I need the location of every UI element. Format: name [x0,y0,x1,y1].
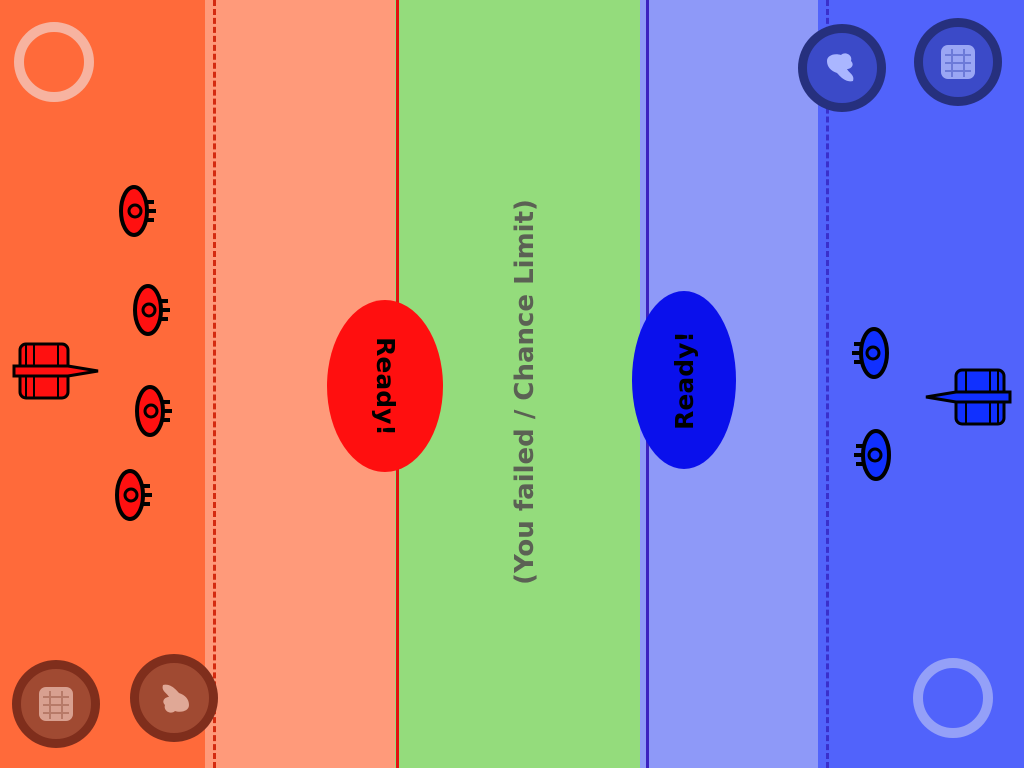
blue-turret[interactable] [852,428,892,482]
red-fortify-button[interactable] [12,660,100,748]
fortify-icon [941,45,975,79]
red-creature-button[interactable] [130,654,218,742]
blue-dashed-line [826,0,829,768]
blue-fortify-button[interactable] [914,18,1002,106]
red-ship[interactable] [12,340,102,402]
red-ready-button[interactable]: Ready! [327,300,443,472]
red-turret[interactable] [114,468,154,522]
red-turret[interactable] [134,384,174,438]
blue-ship[interactable] [922,366,1012,428]
creature-icon [827,53,854,82]
red-turret[interactable] [132,283,172,337]
blue-ready-label: Ready! [669,330,699,430]
fortify-icon [39,687,73,721]
blue-move-ring-icon[interactable] [913,658,993,738]
creature-icon [162,684,189,713]
red-ready-label: Ready! [370,336,400,436]
red-move-ring-icon[interactable] [14,22,94,102]
blue-turret[interactable] [850,326,890,380]
red-dashed-line [213,0,216,768]
blue-ready-button[interactable]: Ready! [632,291,736,469]
blue-creature-button[interactable] [798,24,886,112]
red-turret[interactable] [118,184,158,238]
status-message: (You failed / Chance Limit) [510,199,540,585]
